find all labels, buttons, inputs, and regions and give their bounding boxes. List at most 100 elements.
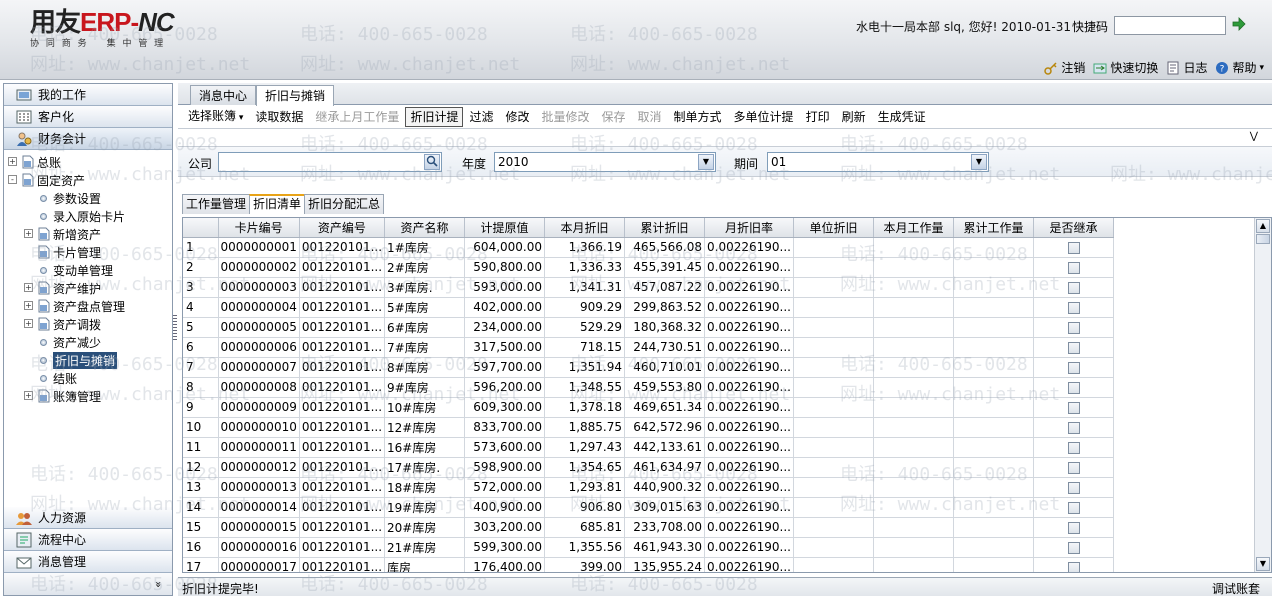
table-cell[interactable]: 0000000012: [218, 457, 300, 478]
table-cell[interactable]: 0.00226190...: [704, 377, 794, 398]
table-cell[interactable]: 590,800.00: [464, 257, 546, 278]
table-cell[interactable]: 402,000.00: [464, 297, 546, 318]
table-cell[interactable]: 0000000011: [218, 437, 300, 458]
column-header[interactable]: 单位折旧: [793, 218, 874, 238]
inherit-checkbox[interactable]: [1067, 321, 1080, 334]
table-cell[interactable]: 685.81: [544, 517, 626, 538]
table-cell[interactable]: [873, 397, 954, 418]
logout-link[interactable]: 注销: [1044, 59, 1085, 76]
table-cell[interactable]: 1,366.19: [544, 237, 626, 258]
table-row[interactable]: 14 0000000014 001220101... 19#库房 400,900.00 9…: [183, 497, 1114, 518]
table-row[interactable]: 2 0000000002 001220101... 2#库房 590,800.00 1,3…: [183, 257, 1114, 278]
inherit-checkbox[interactable]: [1067, 281, 1080, 294]
table-cell[interactable]: 440,900.32: [624, 477, 706, 498]
column-header[interactable]: 累计折旧: [624, 218, 706, 238]
column-header[interactable]: 月折旧率: [704, 218, 794, 238]
table-cell[interactable]: [1033, 337, 1114, 358]
table-cell[interactable]: 0.00226190...: [704, 317, 794, 338]
table-cell[interactable]: 460,710.01: [624, 357, 706, 378]
table-cell[interactable]: 001220101...: [299, 517, 386, 538]
table-row[interactable]: 11 0000000011 001220101... 16#库房 573,600.00 1…: [183, 437, 1114, 458]
inherit-checkbox[interactable]: [1067, 341, 1080, 354]
column-header[interactable]: 是否继承: [1033, 218, 1114, 238]
table-cell[interactable]: 0000000007: [218, 357, 300, 378]
table-cell[interactable]: 001220101...: [299, 477, 386, 498]
table-cell[interactable]: 001220101...: [299, 417, 386, 438]
table-cell[interactable]: [793, 237, 874, 258]
table-cell[interactable]: 0.00226190...: [704, 417, 794, 438]
row-index[interactable]: 11: [183, 437, 219, 458]
table-cell[interactable]: 180,368.32: [624, 317, 706, 338]
table-cell[interactable]: [953, 357, 1034, 378]
table-cell[interactable]: [1033, 417, 1114, 438]
table-cell[interactable]: [793, 517, 874, 538]
action-button[interactable]: 打印: [800, 108, 836, 126]
section-my-work[interactable]: 我的工作: [4, 84, 172, 106]
go-arrow-icon[interactable]: [1232, 17, 1246, 31]
expand-icon[interactable]: +: [24, 283, 33, 292]
table-cell[interactable]: 1,354.65: [544, 457, 626, 478]
table-cell[interactable]: [793, 437, 874, 458]
table-cell[interactable]: 0.00226190...: [704, 557, 794, 572]
tree-node[interactable]: 参数设置: [4, 189, 172, 207]
inherit-checkbox[interactable]: [1067, 381, 1080, 394]
table-cell[interactable]: 0000000016: [218, 537, 300, 558]
table-cell[interactable]: 库房: [384, 557, 466, 572]
table-cell[interactable]: [953, 517, 1034, 538]
table-cell[interactable]: [1033, 357, 1114, 378]
tree-node[interactable]: + 账簿管理: [4, 387, 172, 405]
row-index[interactable]: 2: [183, 257, 219, 278]
table-cell[interactable]: 1,293.81: [544, 477, 626, 498]
table-cell[interactable]: 001220101...: [299, 457, 386, 478]
table-cell[interactable]: 1,885.75: [544, 417, 626, 438]
table-cell[interactable]: [953, 537, 1034, 558]
table-cell[interactable]: [1033, 457, 1114, 478]
table-cell[interactable]: 317,500.00: [464, 337, 546, 358]
tree-node[interactable]: + 总账: [4, 153, 172, 171]
tree-node[interactable]: - 固定资产: [4, 171, 172, 189]
table-cell[interactable]: [873, 437, 954, 458]
table-row[interactable]: 12 0000000012 001220101... 17#库房. 598,900.00…: [183, 457, 1114, 478]
subtab-depreciation-list[interactable]: 折旧清单: [249, 194, 306, 214]
table-cell[interactable]: [873, 457, 954, 478]
table-cell[interactable]: 0000000005: [218, 317, 300, 338]
table-cell[interactable]: [953, 237, 1034, 258]
table-cell[interactable]: 001220101...: [299, 257, 386, 278]
table-cell[interactable]: 001220101...: [299, 537, 386, 558]
table-cell[interactable]: 0.00226190...: [704, 297, 794, 318]
table-cell[interactable]: 21#库房: [384, 537, 466, 558]
table-cell[interactable]: [793, 537, 874, 558]
table-cell[interactable]: [1033, 397, 1114, 418]
table-cell[interactable]: 0000000017: [218, 557, 300, 572]
table-cell[interactable]: [953, 297, 1034, 318]
table-cell[interactable]: [793, 357, 874, 378]
table-cell[interactable]: 20#库房: [384, 517, 466, 538]
vertical-scrollbar[interactable]: ▲ ▼: [1254, 218, 1271, 572]
table-cell[interactable]: [793, 297, 874, 318]
action-button[interactable]: 生成凭证: [872, 108, 932, 126]
table-cell[interactable]: 0.00226190...: [704, 337, 794, 358]
tree-node[interactable]: 结账: [4, 369, 172, 387]
table-cell[interactable]: 001220101...: [299, 497, 386, 518]
inherit-checkbox[interactable]: [1067, 561, 1080, 572]
table-cell[interactable]: [873, 497, 954, 518]
table-cell[interactable]: [1033, 257, 1114, 278]
expand-icon[interactable]: +: [24, 319, 33, 328]
table-cell[interactable]: [953, 417, 1034, 438]
table-cell[interactable]: 529.29: [544, 317, 626, 338]
action-button[interactable]: 刷新: [836, 108, 872, 126]
table-cell[interactable]: 0.00226190...: [704, 517, 794, 538]
table-cell[interactable]: [1033, 297, 1114, 318]
table-cell[interactable]: 833,700.00: [464, 417, 546, 438]
expand-icon[interactable]: +: [8, 157, 17, 166]
table-cell[interactable]: 400,900.00: [464, 497, 546, 518]
inherit-checkbox[interactable]: [1067, 421, 1080, 434]
table-cell[interactable]: 604,000.00: [464, 237, 546, 258]
table-cell[interactable]: [953, 377, 1034, 398]
table-cell[interactable]: [793, 497, 874, 518]
table-cell[interactable]: [1033, 437, 1114, 458]
table-cell[interactable]: 244,730.51: [624, 337, 706, 358]
expand-icon[interactable]: +: [24, 391, 33, 400]
table-cell[interactable]: 1,351.94: [544, 357, 626, 378]
table-cell[interactable]: 234,000.00: [464, 317, 546, 338]
